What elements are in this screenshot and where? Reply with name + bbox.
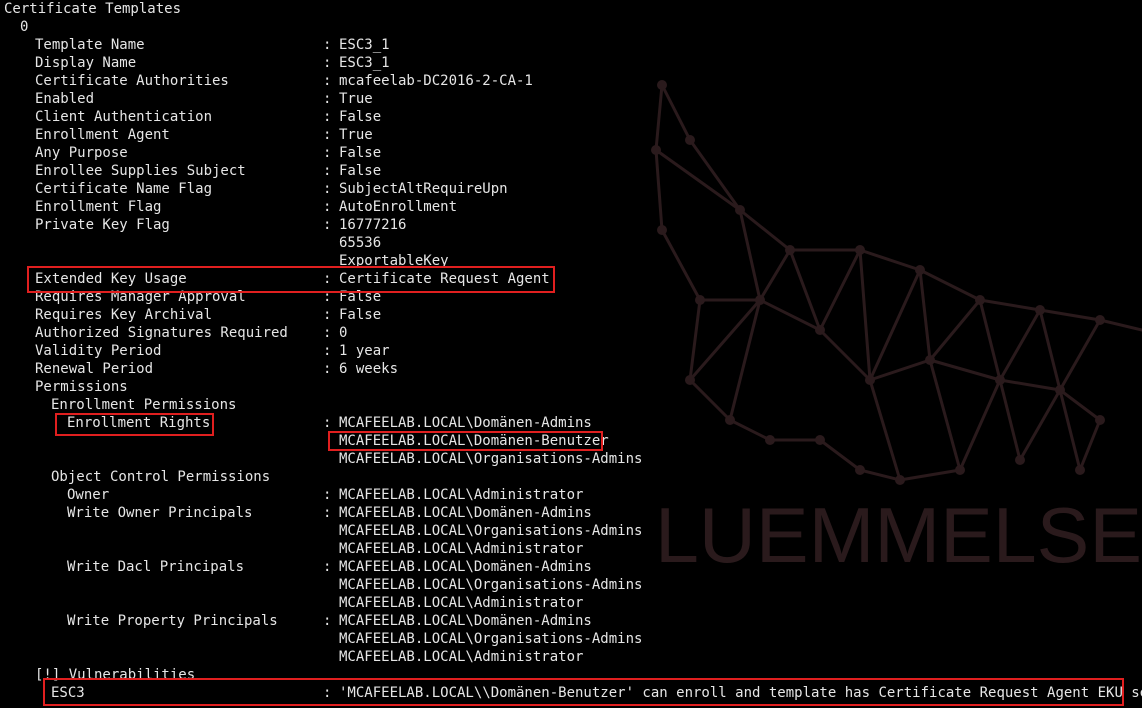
enrollment-rights-value: MCAFEELAB.LOCAL\Domänen-Benutzer [339,433,609,449]
field-key: Private Key Flag [35,217,170,233]
field-key: Validity Period [35,343,162,359]
separator: : [323,289,332,305]
field-value: False [339,109,382,125]
write-property-value: MCAFEELAB.LOCAL\Domänen-Admins [339,613,592,629]
template-index: 0 [20,19,29,35]
field-value: ExportableKey [339,253,449,269]
object-control-label: Object Control Permissions [51,469,271,485]
section-title: Certificate Templates [4,1,182,17]
field-key: Requires Key Archival [35,307,213,323]
vulnerabilities-label: [!] Vulnerabilities [35,667,196,683]
field-value: 16777216 [339,217,407,233]
write-property-value: MCAFEELAB.LOCAL\Administrator [339,649,584,665]
field-key: Extended Key Usage [35,271,187,287]
separator: : [323,217,332,233]
separator: : [323,415,332,431]
separator: : [323,181,332,197]
field-value: ESC3_1 [339,37,390,53]
field-value: False [339,289,382,305]
write-owner-value: MCAFEELAB.LOCAL\Administrator [339,541,584,557]
separator: : [323,505,332,521]
separator: : [323,55,332,71]
write-property-value: MCAFEELAB.LOCAL\Organisations-Admins [339,631,643,647]
field-value: False [339,163,382,179]
separator: : [323,343,332,359]
separator: : [323,73,332,89]
write-dacl-value: MCAFEELAB.LOCAL\Organisations-Admins [339,577,643,593]
field-value: AutoEnrollment [339,199,458,215]
separator: : [323,91,332,107]
write-dacl-value: MCAFEELAB.LOCAL\Administrator [339,595,584,611]
enrollment-rights-key: Enrollment Rights [67,415,211,431]
field-value: True [339,91,373,107]
write-dacl-value: MCAFEELAB.LOCAL\Domänen-Admins [339,559,592,575]
field-value: False [339,307,382,323]
separator: : [323,325,332,341]
field-key: Any Purpose [35,145,128,161]
field-value: mcafeelab-DC2016-2-CA-1 [339,73,533,89]
field-key: Renewal Period [35,361,154,377]
field-key: Certificate Authorities [35,73,229,89]
field-key: Display Name [35,55,137,71]
field-key: Enabled [35,91,95,107]
separator: : [323,163,332,179]
field-key: Enrollment Flag [35,199,162,215]
field-key: Certificate Name Flag [35,181,213,197]
permissions-label: Permissions [35,379,128,395]
field-value: True [339,127,373,143]
enrollment-rights-value: MCAFEELAB.LOCAL\Domänen-Admins [339,415,592,431]
watermark-text: LUEMMELSE [655,491,1142,579]
field-key: Authorized Signatures Required [35,325,288,341]
field-key: Template Name [35,37,145,53]
field-key: Enrollment Agent [35,127,170,143]
separator: : [323,559,332,575]
separator: : [323,307,332,323]
write-property-key: Write Property Principals [67,613,278,629]
write-dacl-key: Write Dacl Principals [67,559,245,575]
field-value: 65536 [339,235,382,251]
field-key: Enrollee Supplies Subject [35,163,246,179]
field-value: False [339,145,382,161]
enrollment-permissions-label: Enrollment Permissions [51,397,237,413]
separator: : [323,271,332,287]
field-value: SubjectAltRequireUpn [339,181,508,197]
field-key: Client Authentication [35,109,213,125]
separator: : [323,685,332,701]
write-owner-value: MCAFEELAB.LOCAL\Domänen-Admins [339,505,592,521]
separator: : [323,37,332,53]
separator: : [323,613,332,629]
enrollment-rights-value: MCAFEELAB.LOCAL\Organisations-Admins [339,451,643,467]
separator: : [323,127,332,143]
separator: : [323,145,332,161]
terminal-window: LUEMMELSE Certificate Templates 0 Templa… [0,0,1142,708]
field-value: 6 weeks [339,361,399,377]
separator: : [323,487,332,503]
field-value: ESC3_1 [339,55,390,71]
owner-key: Owner [67,487,110,503]
field-value: 1 year [339,343,390,359]
field-key: Requires Manager Approval [35,289,246,305]
vulnerability-key: ESC3 [51,685,85,701]
write-owner-key: Write Owner Principals [67,505,253,521]
field-value: 0 [339,325,348,341]
vulnerability-value: 'MCAFEELAB.LOCAL\\Domänen-Benutzer' can … [339,685,1142,701]
separator: : [323,361,332,377]
separator: : [323,109,332,125]
separator: : [323,199,332,215]
write-owner-value: MCAFEELAB.LOCAL\Organisations-Admins [339,523,643,539]
field-value: Certificate Request Agent [339,271,550,287]
owner-value: MCAFEELAB.LOCAL\Administrator [339,487,584,503]
